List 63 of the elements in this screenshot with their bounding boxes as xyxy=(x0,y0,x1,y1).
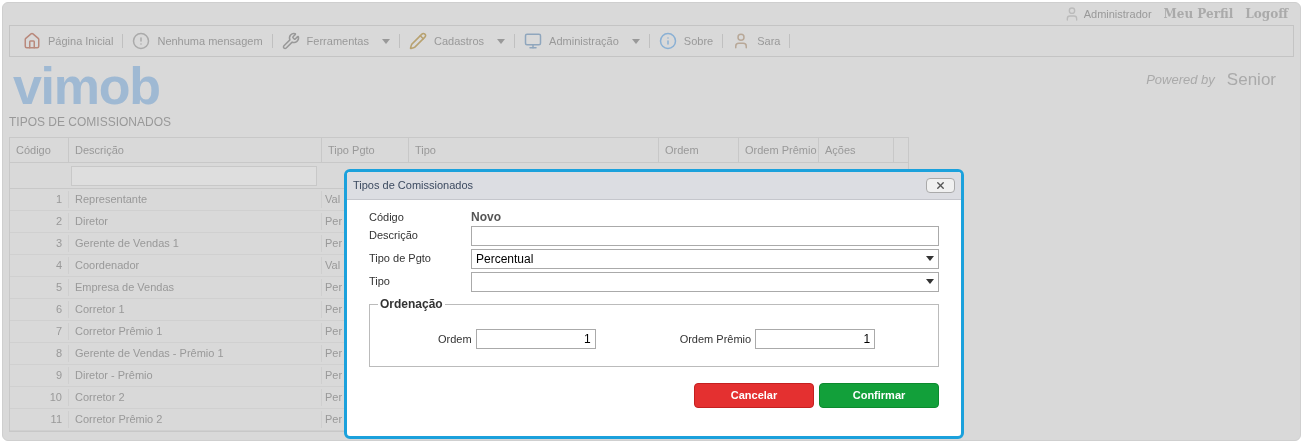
table-cell: Coordenador xyxy=(69,257,322,274)
table-cell: 10 xyxy=(10,389,69,406)
caret-icon xyxy=(926,279,934,284)
table-cell: 11 xyxy=(10,411,69,428)
table-cell: Empresa de Vendas xyxy=(69,279,322,296)
caret-icon xyxy=(381,38,390,44)
table-cell: Corretor 2 xyxy=(69,389,322,406)
pencil-icon xyxy=(408,32,427,50)
table-cell: Representante xyxy=(69,191,322,208)
table-cell: 8 xyxy=(10,345,69,362)
caret-icon xyxy=(631,38,640,44)
dialog-title: Tipos de Comissionados xyxy=(353,178,474,194)
table-cell: 7 xyxy=(10,323,69,340)
field-label: Ordem Prêmio xyxy=(679,331,752,347)
info-icon xyxy=(658,32,677,50)
column-header[interactable]: Descrição xyxy=(69,138,322,162)
code-value: Novo xyxy=(471,209,501,226)
menu-item[interactable]: Cadastros xyxy=(403,32,511,50)
wrench-icon xyxy=(281,32,300,50)
input-field[interactable]: 1 xyxy=(475,329,596,349)
field-label: Ordem xyxy=(438,331,472,347)
column-header[interactable]: Código xyxy=(10,138,69,162)
input-field[interactable]: 1 xyxy=(755,329,876,349)
menu-item[interactable]: Página Inicial xyxy=(18,32,119,50)
table-cell: 4 xyxy=(10,257,69,274)
table-cell: Corretor Prêmio 1 xyxy=(69,323,322,340)
table-cell: 3 xyxy=(10,235,69,252)
column-header[interactable]: Ordem Prêmio xyxy=(739,138,819,162)
house-icon xyxy=(23,32,41,50)
table-cell: 6 xyxy=(10,301,69,318)
page-title: TIPOS DE COMISSIONADOS xyxy=(8,114,173,131)
table-cell: 9 xyxy=(10,367,69,384)
menu-item[interactable]: Nenhuma mensagem xyxy=(127,32,268,50)
menu-item[interactable]: Sara xyxy=(727,32,786,50)
column-header[interactable]: Ordem xyxy=(659,138,739,162)
column-header[interactable]: Tipo xyxy=(409,138,659,162)
confirm-button[interactable]: Confirmar xyxy=(819,383,939,408)
cancel-button[interactable]: Cancelar xyxy=(694,383,814,408)
table-cell: 5 xyxy=(10,279,69,296)
menu-item[interactable]: Ferramentas xyxy=(276,32,395,50)
select-field[interactable] xyxy=(471,271,939,292)
table-cell: Diretor xyxy=(69,213,322,230)
table-cell: 2 xyxy=(10,213,69,230)
table-cell: Diretor - Prêmio xyxy=(69,367,322,384)
input-field[interactable] xyxy=(471,225,939,246)
monitor-icon xyxy=(524,32,543,50)
table-cell: 1 xyxy=(10,191,69,208)
menu-item[interactable]: Sobre xyxy=(653,32,719,50)
alert-icon xyxy=(132,32,151,50)
user-name: Administrador xyxy=(1083,6,1152,22)
menu-item[interactable]: Administração xyxy=(519,32,645,50)
table-cell: Corretor Prêmio 2 xyxy=(69,411,322,428)
table-cell: Corretor 1 xyxy=(69,301,322,318)
column-header[interactable]: Tipo Pgto xyxy=(322,138,409,162)
logo: vimob xyxy=(13,61,160,111)
close-button[interactable] xyxy=(926,178,955,193)
caret-icon xyxy=(497,38,506,44)
table-cell: Gerente de Vendas 1 xyxy=(69,235,322,252)
close-icon xyxy=(935,180,946,191)
caret-icon xyxy=(926,256,934,261)
column-header[interactable]: Ações xyxy=(819,138,894,162)
select-field[interactable]: Percentual xyxy=(471,248,939,269)
table-cell: Gerente de Vendas - Prêmio 1 xyxy=(69,345,322,362)
